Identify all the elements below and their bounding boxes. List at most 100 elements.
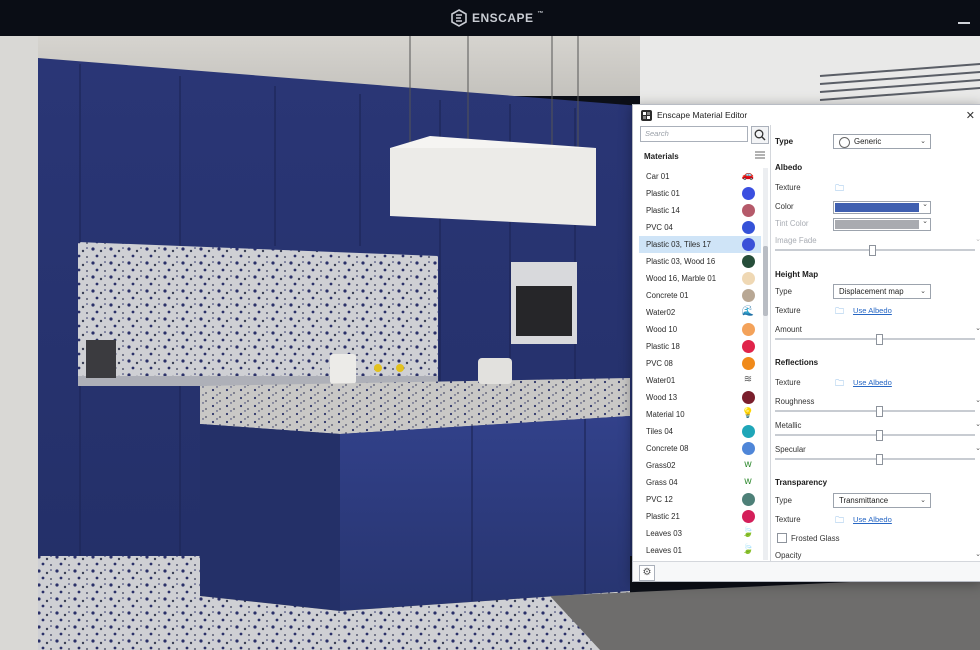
folder-icon[interactable]: 🗀 (835, 513, 844, 529)
specular-slider[interactable] (775, 454, 975, 465)
chevron-down-icon[interactable]: ⌄ (975, 444, 980, 452)
material-item[interactable]: Wood 13 (639, 389, 761, 406)
enscape-logo: ENSCAPE ™ (450, 9, 544, 27)
material-swatch (742, 238, 755, 251)
material-item[interactable]: Concrete 01 (639, 287, 761, 304)
water-icon: 🌊 (741, 306, 755, 317)
amount-slider[interactable] (775, 334, 975, 345)
material-item[interactable]: Grass 04 ᴡ (639, 474, 761, 491)
search-button[interactable] (751, 126, 769, 144)
scrollbar-thumb[interactable] (763, 246, 768, 316)
chevron-down-icon[interactable]: ⌄ (975, 396, 980, 404)
material-name: Leaves 01 (646, 546, 682, 555)
material-name: Wood 10 (646, 325, 678, 334)
material-item[interactable]: Car 01 🚗 (639, 168, 761, 185)
material-item[interactable]: PVC 12 (639, 491, 761, 508)
tint-color-swatch (835, 220, 919, 229)
height-map-section-title: Height Map (775, 270, 819, 279)
brand-name: ENSCAPE (472, 11, 534, 25)
slider-knob[interactable] (876, 430, 884, 441)
material-item[interactable]: Wood 10 (639, 321, 761, 338)
material-item[interactable]: Plastic 18 (639, 338, 761, 355)
use-albedo-link[interactable]: Use Albedo (853, 306, 892, 315)
material-item[interactable]: Concrete 08 (639, 440, 761, 457)
car-icon: 🚗 (741, 170, 755, 181)
frosted-glass-checkbox[interactable] (777, 533, 787, 543)
chevron-down-icon: ⌄ (920, 138, 926, 145)
metallic-label: Metallic (775, 421, 802, 430)
material-name: Water01 (646, 376, 676, 385)
height-map-type-dropdown[interactable]: Displacement map ⌄ (833, 284, 931, 299)
chevron-down-icon[interactable]: ⌄ (975, 324, 980, 332)
material-item[interactable]: Plastic 03, Tiles 17 (639, 236, 761, 253)
minimize-button[interactable] (958, 22, 970, 24)
material-editor-icon (641, 110, 652, 121)
chevron-down-icon: ⌄ (920, 497, 926, 504)
reflections-texture-label: Texture (775, 378, 801, 387)
trademark: ™ (537, 11, 545, 17)
material-item[interactable]: Grass02 ᴡ (639, 457, 761, 474)
settings-button[interactable]: ⚙ (639, 565, 655, 581)
materials-scrollbar[interactable] (763, 168, 768, 560)
close-icon[interactable]: ✕ (966, 109, 975, 122)
material-swatch (742, 255, 755, 268)
material-item[interactable]: Tiles 04 (639, 423, 761, 440)
chevron-down-icon[interactable]: ⌄ (975, 235, 980, 243)
material-name: Material 10 (646, 410, 685, 419)
material-name: PVC 04 (646, 223, 673, 232)
material-name: Plastic 03, Wood 16 (646, 257, 716, 266)
material-name: Wood 16, Marble 01 (646, 274, 717, 283)
specular-label: Specular (775, 445, 806, 454)
material-swatch (742, 340, 755, 353)
panel-divider[interactable] (770, 125, 771, 561)
material-item[interactable]: PVC 08 (639, 355, 761, 372)
slider-knob[interactable] (876, 454, 884, 465)
material-item[interactable]: Plastic 14 (639, 202, 761, 219)
material-item[interactable]: Plastic 21 (639, 508, 761, 525)
material-item[interactable]: Material 10 💡 (639, 406, 761, 423)
material-swatch (742, 510, 755, 523)
albedo-color-picker[interactable]: ⌄ (833, 201, 931, 214)
transparency-section-title: Transparency (775, 478, 828, 487)
material-item[interactable]: Leaves 03 🍃 (639, 525, 761, 542)
app-header: ENSCAPE ™ (0, 0, 980, 36)
chevron-down-icon[interactable]: ⌄ (975, 420, 980, 428)
transparency-type-value: Transmittance (839, 496, 889, 505)
material-item[interactable]: Plastic 01 (639, 185, 761, 202)
materials-list: Car 01 🚗 Plastic 01 Plastic 14 PVC 04 Plastic… (639, 168, 761, 559)
slider-knob[interactable] (876, 334, 884, 345)
material-item[interactable]: Water01 ≋ (639, 372, 761, 389)
roughness-slider[interactable] (775, 406, 975, 417)
material-item[interactable]: Leaves 01 🍃 (639, 542, 761, 559)
leaf-icon: 🍃 (741, 544, 755, 555)
material-item[interactable]: Water02 🌊 (639, 304, 761, 321)
image-fade-slider[interactable] (775, 245, 975, 256)
use-albedo-link[interactable]: Use Albedo (853, 378, 892, 387)
gear-icon: ⚙ (642, 567, 652, 578)
transparency-type-dropdown[interactable]: Transmittance ⌄ (833, 493, 931, 508)
material-name: Concrete 08 (646, 444, 689, 453)
reflections-section-title: Reflections (775, 358, 819, 367)
material-name: Grass 04 (646, 478, 678, 487)
metallic-slider[interactable] (775, 430, 975, 441)
folder-icon[interactable]: 🗀 (835, 376, 844, 392)
folder-icon[interactable]: 🗀 (835, 181, 844, 197)
material-item[interactable]: Wood 16, Marble 01 (639, 270, 761, 287)
list-menu-icon[interactable] (755, 151, 765, 159)
materials-header: Materials (644, 152, 679, 161)
search-input[interactable]: Search (640, 126, 748, 142)
chevron-down-icon[interactable]: ⌄ (975, 550, 980, 558)
material-item[interactable]: Plastic 03, Wood 16 (639, 253, 761, 270)
material-name: Plastic 21 (646, 512, 680, 521)
type-dropdown[interactable]: Generic ⌄ (833, 134, 931, 149)
material-item[interactable]: PVC 04 (639, 219, 761, 236)
slider-knob[interactable] (868, 245, 876, 256)
slider-knob[interactable] (876, 406, 884, 417)
material-name: Concrete 01 (646, 291, 689, 300)
editor-footer: ⚙ (633, 561, 980, 581)
use-albedo-link[interactable]: Use Albedo (853, 515, 892, 524)
folder-icon[interactable]: 🗀 (835, 304, 844, 320)
tint-color-picker[interactable]: ⌄ (833, 218, 931, 231)
material-swatch (742, 221, 755, 234)
material-name: Plastic 01 (646, 189, 680, 198)
